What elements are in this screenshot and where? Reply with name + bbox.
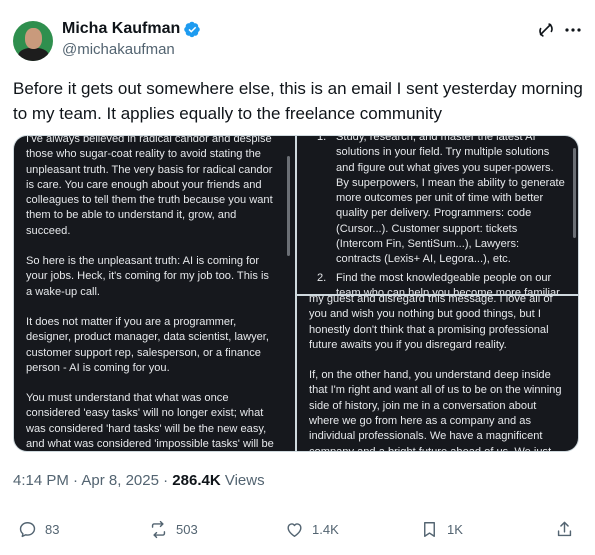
repost-icon: [151, 520, 166, 539]
list-text: Find the most knowledgeable people on ou…: [336, 271, 560, 294]
tweet-header: Micha Kaufman @michakaufman: [13, 17, 583, 63]
list-item: 1. Study, research, and master the lates…: [309, 136, 566, 268]
author-block: Micha Kaufman @michakaufman: [62, 20, 201, 58]
tweet-date[interactable]: Apr 8, 2025: [81, 472, 159, 489]
verified-badge-icon: [184, 21, 201, 38]
email-pane-left: I've always believed in radical candor a…: [14, 136, 295, 451]
scrollbar[interactable]: [287, 156, 290, 256]
scrollbar[interactable]: [573, 148, 576, 238]
share-button[interactable]: [555, 520, 574, 539]
email-paragraph: It does not matter if you are a programm…: [26, 315, 269, 374]
like-button[interactable]: 1.4K: [285, 520, 339, 539]
email-paragraph: my guest and disregard this message. I l…: [309, 296, 553, 351]
tweet-text: Before it gets out somewhere else, this …: [13, 79, 583, 123]
list-item: 2. Find the most knowledgeable people on…: [309, 271, 566, 294]
email-paragraph: You must understand that what was once c…: [26, 392, 274, 451]
advice-list: 1. Study, research, and master the lates…: [309, 136, 566, 294]
share-icon: [557, 521, 572, 537]
tweet-time[interactable]: 4:14 PM: [13, 472, 69, 489]
email-paragraph: I've always believed in radical candor a…: [26, 136, 273, 237]
list-number: 2.: [317, 271, 327, 284]
meta-separator: ·: [73, 472, 79, 489]
author-display-name[interactable]: Micha Kaufman: [62, 20, 180, 38]
name-row: Micha Kaufman: [62, 20, 201, 38]
bookmark-count: 1K: [447, 522, 463, 537]
more-icon[interactable]: [563, 20, 583, 40]
meta-separator: ·: [163, 472, 169, 489]
list-number: 1.: [317, 136, 327, 143]
views-label: Views: [224, 472, 265, 489]
bookmark-button[interactable]: 1K: [420, 520, 463, 539]
views-count: 286.4K: [172, 472, 221, 489]
email-screenshot-media[interactable]: I've always believed in radical candor a…: [13, 135, 579, 452]
repost-count: 503: [176, 522, 198, 537]
reply-button[interactable]: 83: [18, 520, 59, 539]
email-paragraph: So here is the unpleasant truth: AI is c…: [26, 255, 269, 298]
email-pane-bottom-right: my guest and disregard this message. I l…: [297, 296, 578, 452]
like-icon: [287, 523, 302, 537]
email-paragraph: If, on the other hand, you understand de…: [309, 369, 562, 452]
avatar-body: [18, 48, 49, 61]
grok-icon[interactable]: [537, 21, 555, 39]
avatar-head: [25, 28, 42, 49]
action-bar: 83 503 1.4K 1K: [18, 520, 576, 546]
list-text: Study, research, and master the latest A…: [336, 136, 565, 266]
reply-icon: [19, 522, 36, 538]
email-pane-top-right: 1. Study, research, and master the lates…: [297, 136, 578, 294]
avatar[interactable]: [13, 21, 53, 61]
repost-button[interactable]: 503: [149, 520, 198, 539]
tweet-meta: 4:14 PM · Apr 8, 2025 · 286.4K Views: [13, 472, 265, 489]
bookmark-icon: [424, 522, 435, 537]
like-count: 1.4K: [312, 522, 339, 537]
reply-count: 83: [45, 522, 60, 537]
author-handle[interactable]: @michakaufman: [62, 41, 201, 58]
